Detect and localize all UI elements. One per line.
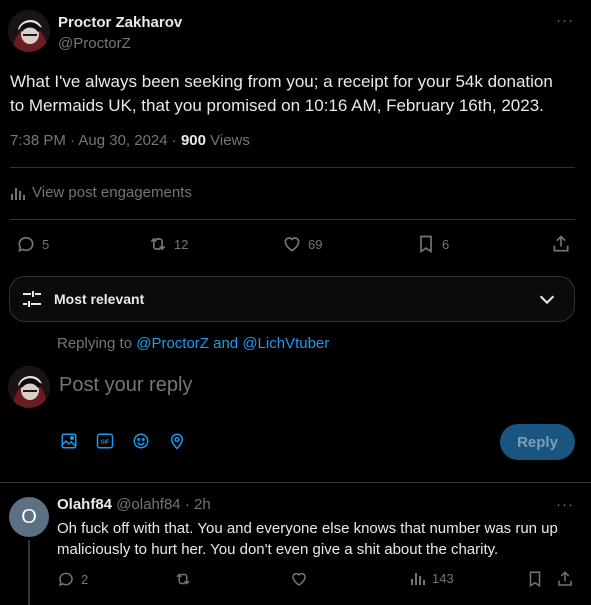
- svg-text:GIF: GIF: [101, 440, 111, 446]
- author-name[interactable]: Proctor Zakharov: [58, 14, 182, 31]
- bookmark-count: 6: [442, 236, 450, 252]
- replying-to: Replying to @ProctorZ and @LichVtuber: [57, 335, 329, 352]
- heart-icon: [290, 570, 308, 588]
- like-action[interactable]: 69: [282, 234, 322, 254]
- comment-share-button[interactable]: [556, 570, 574, 588]
- view-engagements-link[interactable]: View post engagements: [10, 184, 192, 201]
- comment-reply-count: 2: [81, 571, 89, 587]
- comment-author-handle[interactable]: @olahf84 · 2h: [116, 496, 210, 513]
- image-icon: [60, 432, 78, 450]
- share-button[interactable]: [551, 234, 571, 254]
- emoji-button[interactable]: [132, 432, 150, 450]
- gif-icon: GIF: [96, 432, 114, 450]
- bookmark-icon: [416, 234, 436, 254]
- repost-icon: [148, 234, 168, 254]
- analytics-icon: [10, 185, 26, 201]
- replying-targets[interactable]: @ProctorZ and @LichVtuber: [136, 335, 329, 352]
- reply-button[interactable]: Reply: [500, 424, 575, 460]
- view-engagements-label: View post engagements: [32, 184, 192, 201]
- emoji-icon: [132, 432, 150, 450]
- divider: [10, 167, 575, 168]
- comment-views-action[interactable]: 143: [410, 570, 454, 586]
- location-button[interactable]: [168, 432, 186, 450]
- heart-icon: [282, 234, 302, 254]
- repost-count: 12: [174, 236, 189, 252]
- divider: [10, 219, 575, 220]
- comment-author-name[interactable]: Olahf84: [57, 496, 112, 513]
- comment-more-icon[interactable]: ···: [556, 496, 574, 513]
- comment-avatar[interactable]: O: [9, 497, 49, 537]
- sort-replies-dropdown[interactable]: Most relevant: [9, 276, 575, 322]
- reply-icon: [16, 234, 36, 254]
- media-button[interactable]: [60, 432, 78, 450]
- post-text-line: What I've always been seeking from you; …: [10, 72, 553, 91]
- reply-count: 5: [42, 236, 50, 252]
- views-label: Views: [205, 132, 250, 149]
- comment-views-count: 143: [432, 570, 454, 586]
- comment-repost-action[interactable]: [174, 570, 192, 588]
- post-text-line: to Mermaids UK, that you promised on 10:…: [10, 96, 544, 115]
- bookmark-icon: [526, 570, 544, 588]
- comment-bookmark-action[interactable]: [526, 570, 544, 588]
- share-icon: [556, 570, 574, 588]
- comment-header: Olahf84 @olahf84 · 2h: [57, 496, 211, 513]
- like-count: 69: [308, 236, 323, 252]
- reply-input[interactable]: Post your reply: [59, 374, 192, 397]
- analytics-icon: [410, 570, 426, 586]
- bookmark-action[interactable]: 6: [416, 234, 449, 254]
- views-count: 900: [180, 132, 206, 149]
- replying-prefix: Replying to: [57, 335, 137, 352]
- location-pin-icon: [168, 432, 186, 450]
- gif-button[interactable]: GIF: [96, 432, 114, 450]
- more-options-icon[interactable]: ···: [556, 12, 574, 29]
- comment-text: Oh fuck off with that. You and everyone …: [57, 518, 558, 560]
- comment-reply-action[interactable]: 2: [57, 570, 88, 588]
- sliders-icon: [20, 287, 44, 311]
- chevron-down-icon: [536, 288, 558, 310]
- comment-text-line: Oh fuck off with that. You and everyone …: [57, 520, 558, 537]
- comment-like-action[interactable]: [290, 570, 308, 588]
- divider: [0, 482, 591, 483]
- comment-text-line: maliciously to hurt her. You don't even …: [57, 541, 499, 558]
- repost-icon: [174, 570, 192, 588]
- thread-line: [28, 540, 30, 605]
- post-timestamp[interactable]: 7:38 PM · Aug 30, 2024 ·: [10, 132, 181, 149]
- share-icon: [551, 234, 571, 254]
- author-avatar[interactable]: [8, 10, 50, 52]
- repost-action[interactable]: 12: [148, 234, 188, 254]
- current-user-avatar[interactable]: [8, 366, 50, 408]
- post-meta: 7:38 PM · Aug 30, 2024 · 900 Views: [10, 132, 250, 149]
- post-text: What I've always been seeking from you; …: [10, 70, 553, 118]
- comment-avatar-letter: O: [21, 505, 37, 528]
- sort-label: Most relevant: [54, 291, 145, 307]
- reply-icon: [57, 570, 75, 588]
- author-handle[interactable]: @ProctorZ: [58, 35, 131, 52]
- reply-action[interactable]: 5: [16, 234, 49, 254]
